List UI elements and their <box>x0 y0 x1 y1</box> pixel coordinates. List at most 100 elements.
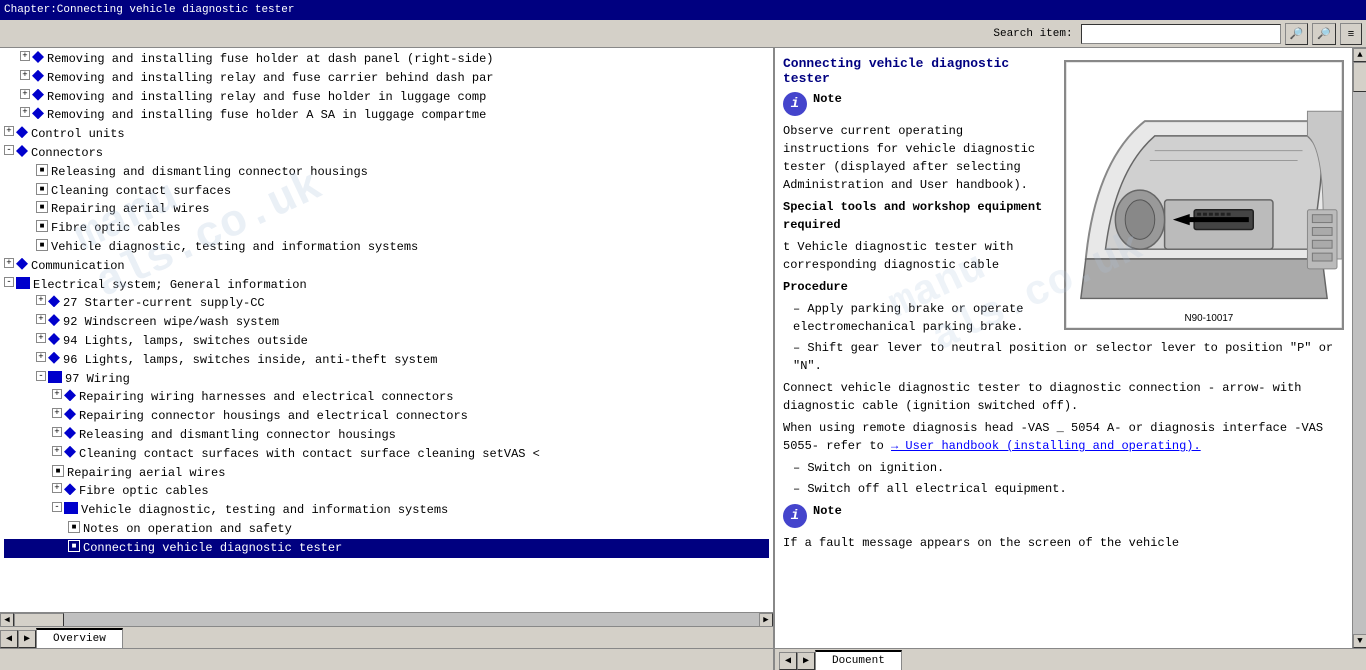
expand-icon[interactable]: + <box>36 314 46 324</box>
tab-document[interactable]: Document <box>815 650 902 670</box>
bottom-tab-row: ◀ ▶ Document <box>0 648 1366 670</box>
toc-item-label: Repairing wiring harnesses and electrica… <box>79 389 453 406</box>
step-1-text: Apply parking brake or operate electrome… <box>793 302 1023 334</box>
toc-item-label: Cleaning contact surfaces with contact s… <box>79 446 540 463</box>
diamond-icon <box>32 107 44 119</box>
expand-icon[interactable]: + <box>36 295 46 305</box>
toc-item-label: Vehicle diagnostic, testing and informat… <box>51 239 418 256</box>
expand-icon[interactable]: + <box>36 352 46 362</box>
expand-icon[interactable]: + <box>52 427 62 437</box>
toc-item-label: Fibre optic cables <box>79 483 209 500</box>
toc-item-label: Vehicle diagnostic, testing and informat… <box>81 502 448 519</box>
svg-text:N90-10017: N90-10017 <box>1185 313 1234 324</box>
toc-item[interactable]: ■ Vehicle diagnostic, testing and inform… <box>4 238 769 257</box>
expand-icon[interactable]: - <box>4 145 14 155</box>
user-handbook-link[interactable]: → User handbook (installing and operatin… <box>891 439 1201 453</box>
toc-item[interactable]: + Control units <box>4 125 769 144</box>
expand-icon[interactable]: - <box>52 502 62 512</box>
toc-item[interactable]: + Cleaning contact surfaces with contact… <box>4 445 769 464</box>
scroll-right-arrow[interactable]: ▶ <box>759 613 773 627</box>
note-2-text: Note <box>813 504 842 518</box>
toc-item-label: Cleaning contact surfaces <box>51 183 231 200</box>
scroll-vertical-thumb[interactable] <box>1353 62 1366 92</box>
toc-item[interactable]: ■ Notes on operation and safety <box>4 520 769 539</box>
tab-overview-label: Overview <box>53 633 106 645</box>
step-3-text: Switch on ignition. <box>807 461 944 475</box>
doc-tab-prev-arrow[interactable]: ◀ <box>779 652 797 670</box>
toc-item[interactable]: - Electrical system; General information <box>4 276 769 295</box>
search-input[interactable] <box>1081 24 1281 44</box>
toc-item-label: 97 Wiring <box>65 371 130 388</box>
toc-item[interactable]: ■ Fibre optic cables <box>4 219 769 238</box>
diamond-icon <box>32 51 44 63</box>
diamond-icon <box>64 427 76 439</box>
expand-icon[interactable]: - <box>4 277 14 287</box>
toc-item[interactable]: ■ Repairing aerial wires <box>4 200 769 219</box>
toc-item-label: Repairing aerial wires <box>51 201 209 218</box>
toc-content: manuals.co.uk + Removing and installing … <box>0 48 773 612</box>
scroll-up-arrow[interactable]: ▲ <box>1353 48 1366 62</box>
doc-tab-next-arrow[interactable]: ▶ <box>797 652 815 670</box>
expand-icon[interactable]: + <box>4 126 14 136</box>
scroll-vertical-track[interactable] <box>1353 62 1366 634</box>
connect-text-span: Connect vehicle diagnostic tester to dia… <box>783 381 1301 413</box>
toc-item[interactable]: + Removing and installing relay and fuse… <box>4 88 769 107</box>
toc-item[interactable]: + Removing and installing fuse holder A … <box>4 106 769 125</box>
toc-item[interactable]: + 92 Windscreen wipe/wash system <box>4 313 769 332</box>
toc-item[interactable]: + Communication <box>4 257 769 276</box>
toc-item[interactable]: + 96 Lights, lamps, switches inside, ant… <box>4 351 769 370</box>
toc-item[interactable]: + Releasing and dismantling connector ho… <box>4 426 769 445</box>
expand-icon[interactable]: + <box>52 408 62 418</box>
toc-item[interactable]: + Fibre optic cables <box>4 482 769 501</box>
tab-next-arrow[interactable]: ▶ <box>18 630 36 648</box>
menu-button[interactable]: ≡ <box>1340 23 1362 45</box>
right-bottom-tabs: ◀ ▶ Document <box>775 649 1366 670</box>
expand-icon[interactable]: - <box>36 371 46 381</box>
diamond-icon <box>48 295 60 307</box>
step-4-text: Switch off all electrical equipment. <box>807 482 1066 496</box>
expand-icon[interactable]: + <box>52 389 62 399</box>
toc-item[interactable]: + Removing and installing fuse holder at… <box>4 50 769 69</box>
scroll-down-arrow[interactable]: ▼ <box>1353 634 1366 648</box>
expand-icon[interactable]: + <box>20 89 30 99</box>
tab-prev-arrow[interactable]: ◀ <box>0 630 18 648</box>
scroll-thumb[interactable] <box>14 613 64 627</box>
toc-item-label-selected: Connecting vehicle diagnostic tester <box>83 540 342 557</box>
toc-item[interactable]: + 27 Starter-current supply-CC <box>4 294 769 313</box>
diamond-icon <box>16 145 28 157</box>
toc-item[interactable]: ■ Releasing and dismantling connector ho… <box>4 163 769 182</box>
toc-item[interactable]: - Connectors <box>4 144 769 163</box>
tab-overview[interactable]: Overview <box>36 628 123 648</box>
toc-item-selected[interactable]: ■ Connecting vehicle diagnostic tester <box>4 539 769 558</box>
toc-item[interactable]: - 97 Wiring <box>4 370 769 389</box>
scroll-track[interactable] <box>14 613 759 627</box>
toc-item[interactable]: + 94 Lights, lamps, switches outside <box>4 332 769 351</box>
toc-item[interactable]: - Vehicle diagnostic, testing and inform… <box>4 501 769 520</box>
toc-item[interactable]: + Repairing connector housings and elect… <box>4 407 769 426</box>
diamond-icon <box>64 446 76 458</box>
step-4-bullet: – <box>793 482 807 496</box>
expand-icon[interactable]: + <box>52 483 62 493</box>
diagram-svg: N90-10017 <box>1066 62 1342 328</box>
expand-icon[interactable]: + <box>36 333 46 343</box>
title-text: Chapter:Connecting vehicle diagnostic te… <box>4 4 294 16</box>
document-content: manu als.co.uk <box>775 48 1352 648</box>
expand-icon[interactable]: + <box>52 446 62 456</box>
toc-item[interactable]: + Removing and installing relay and fuse… <box>4 69 769 88</box>
toc-item[interactable]: ■ Repairing aerial wires <box>4 464 769 483</box>
diamond-icon <box>48 333 60 345</box>
page-icon: ■ <box>52 465 64 477</box>
remote-text: When using remote diagnosis head -VAS _ … <box>783 419 1344 455</box>
toc-item[interactable]: + Repairing wiring harnesses and electri… <box>4 388 769 407</box>
toc-item[interactable]: ■ Cleaning contact surfaces <box>4 182 769 201</box>
search-button-1[interactable]: 🔎 <box>1285 23 1309 45</box>
expand-icon[interactable]: + <box>20 51 30 61</box>
expand-icon[interactable]: + <box>4 258 14 268</box>
search-button-2[interactable]: 🔎 <box>1312 23 1336 45</box>
step-2-text: Shift gear lever to neutral position or … <box>793 341 1333 373</box>
expand-icon[interactable]: + <box>20 70 30 80</box>
expand-icon[interactable]: + <box>20 107 30 117</box>
right-panel: manu als.co.uk <box>775 48 1366 648</box>
procedure-step-4: – Switch off all electrical equipment. <box>783 480 1344 498</box>
scroll-left-arrow[interactable]: ◀ <box>0 613 14 627</box>
